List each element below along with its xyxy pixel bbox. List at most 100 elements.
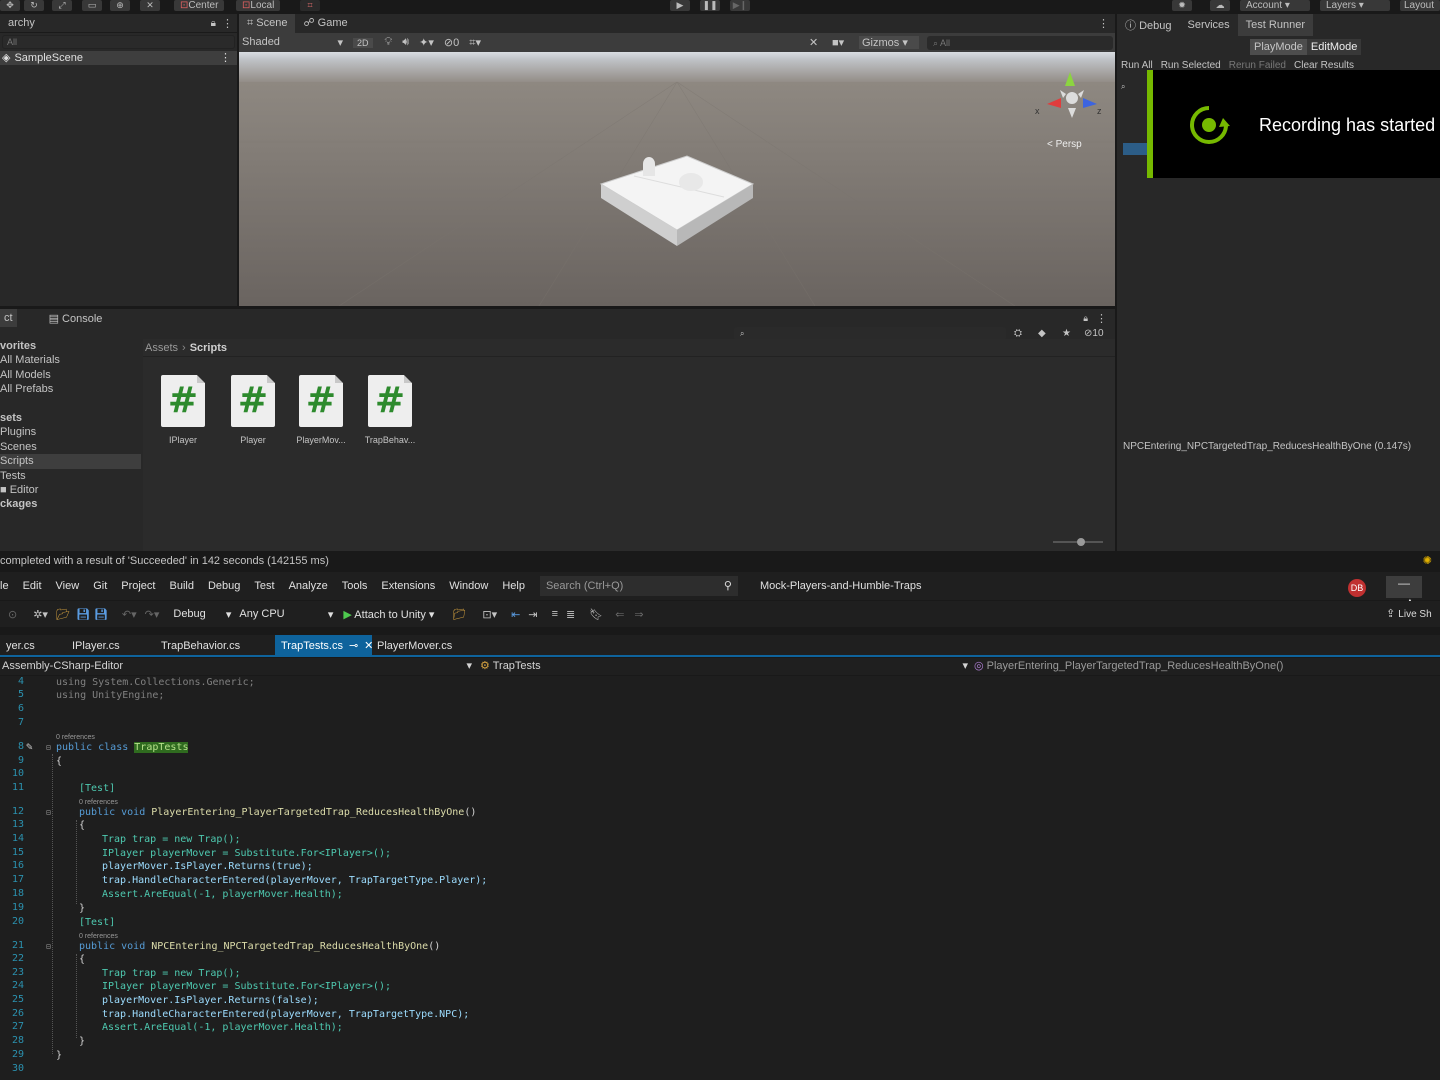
menu-test[interactable]: Test <box>247 580 281 592</box>
test-search-icon[interactable]: ⌕ <box>1121 82 1149 92</box>
filter-type-icon[interactable]: ⛭ <box>1014 328 1022 339</box>
gizmos-dropdown[interactable]: Gizmos ▾ <box>859 36 919 49</box>
tree-plugins[interactable]: Plugins <box>0 425 141 439</box>
settings-icon[interactable]: ✹ <box>1172 0 1192 11</box>
indent-icon[interactable]: ≡ <box>552 608 558 620</box>
tab-player-cs[interactable]: yer.cs <box>0 635 41 657</box>
attach-to-unity-button[interactable]: ▶ Attach to Unity ▾ <box>343 608 434 621</box>
pin-icon[interactable]: ⊸ <box>349 640 358 652</box>
bookmark-next-icon[interactable]: ⇒ <box>634 608 643 621</box>
menu-edit[interactable]: Edit <box>16 580 49 592</box>
tree-tests[interactable]: Tests <box>0 469 141 483</box>
tree-editor[interactable]: ■ Editor <box>0 483 141 497</box>
step-icon[interactable]: ⇤ <box>511 608 520 621</box>
tree-packages[interactable]: ckages <box>0 497 141 511</box>
more-icon[interactable]: ⋮ <box>222 17 233 30</box>
undo-icon[interactable]: ↶▾ <box>122 608 137 621</box>
class-dropdown[interactable]: ⚙ TrapTests ▾ <box>480 658 968 675</box>
configuration-dropdown[interactable]: Debug ▾ <box>171 608 231 621</box>
tab-iplayer-cs[interactable]: IPlayer.cs <box>66 635 126 657</box>
back-icon[interactable]: ⊙ <box>8 608 17 621</box>
tree-all-prefabs[interactable]: All Prefabs <box>0 382 141 396</box>
tab-playermover-cs[interactable]: PlayerMover.cs <box>371 635 458 657</box>
tab-trapbehavior-cs[interactable]: TrapBehavior.cs <box>155 635 246 657</box>
layout-dropdown[interactable]: Layout <box>1400 0 1440 11</box>
tree-favorites[interactable]: vorites <box>0 339 141 353</box>
account-dropdown[interactable]: Account ▾ <box>1240 0 1310 11</box>
menu-analyze[interactable]: Analyze <box>282 580 335 592</box>
tab-test-runner[interactable]: Test Runner <box>1237 14 1313 36</box>
rotate-tool-icon[interactable]: ↻ <box>24 0 44 11</box>
menu-debug[interactable]: Debug <box>201 580 247 592</box>
grid-icon[interactable]: ⌗▾ <box>469 36 481 50</box>
scene-menu-icon[interactable]: ⋮ <box>220 51 231 65</box>
tools-icon[interactable]: ✕ <box>809 36 818 49</box>
project-lock-icon[interactable]: 🔒︎ <box>1083 313 1088 324</box>
asset-player[interactable]: # Player <box>223 375 283 445</box>
tab-scene[interactable]: ⌗ Scene <box>239 14 296 33</box>
scale-tool-icon[interactable]: ⤢ <box>52 0 72 11</box>
code-editor[interactable]: 4 5 6 7 8 9 10 11 12 13 14 15 16 17 18 1… <box>0 676 1440 1080</box>
rerun-failed-button[interactable]: Rerun Failed <box>1229 60 1286 71</box>
custom-tool-icon[interactable]: ✕ <box>140 0 160 11</box>
menu-extensions[interactable]: Extensions <box>374 580 442 592</box>
asset-trapbehavior[interactable]: # TrapBehav... <box>360 375 420 445</box>
cloud-icon[interactable]: ☁ <box>1210 0 1230 11</box>
platform-dropdown[interactable]: Any CPU ▾ <box>237 608 333 621</box>
effects-icon[interactable]: ✦▾ <box>419 36 434 49</box>
pivot-center-button[interactable]: ⊡Center <box>174 0 225 11</box>
save-icon[interactable]: 💾︎ <box>76 608 90 621</box>
clear-results-button[interactable]: Clear Results <box>1294 60 1354 71</box>
menu-git[interactable]: Git <box>86 580 114 592</box>
run-all-button[interactable]: Run All <box>1121 60 1153 71</box>
tab-console[interactable]: ▤ Console <box>17 312 115 325</box>
pause-button[interactable]: ❚❚ <box>700 0 720 11</box>
hierarchy-tab[interactable]: archy <box>4 13 39 33</box>
outdent-icon[interactable]: ≣ <box>566 608 575 621</box>
tab-traptests-cs[interactable]: TrapTests.cs ⊸ ✕ <box>275 635 373 657</box>
view-tool-icon[interactable]: ✥ <box>0 0 20 11</box>
scene-search-input[interactable]: ⌕ All <box>927 35 1113 50</box>
hierarchy-search-input[interactable]: All <box>2 35 235 49</box>
hidden-packages-toggle[interactable]: ⊘10 <box>1084 328 1104 339</box>
pivot-local-button[interactable]: ⊡Local <box>236 0 281 11</box>
lighting-icon[interactable]: 💡︎ <box>385 36 393 49</box>
menu-build[interactable]: Build <box>163 580 201 592</box>
tab-project[interactable]: ct <box>0 309 17 327</box>
asset-iplayer[interactable]: # IPlayer <box>153 375 213 445</box>
edit-icon[interactable]: ✎ <box>26 740 33 753</box>
audio-icon[interactable]: 🔊︎ <box>402 36 409 49</box>
user-avatar[interactable]: DB <box>1348 579 1366 597</box>
tab-debug[interactable]: ⓘ Debug <box>1117 17 1179 33</box>
collapse-icon[interactable]: ⊟ <box>46 743 51 752</box>
tab-services[interactable]: Services <box>1179 19 1237 31</box>
camera-icon[interactable]: ■▾ <box>832 36 844 49</box>
tree-all-materials[interactable]: All Materials <box>0 353 141 367</box>
slider-thumb[interactable] <box>1077 538 1085 546</box>
bookmark-icon[interactable]: 🔖︎ <box>589 608 603 621</box>
format-icon[interactable]: ⇥ <box>528 608 537 621</box>
play-button[interactable]: ▶ <box>670 0 690 11</box>
new-project-icon[interactable]: ✲▾ <box>33 608 48 621</box>
live-share-button[interactable]: ⇪ Live Sh <box>1386 607 1432 620</box>
step-button[interactable]: ▶❙ <box>730 0 750 11</box>
scene-root-row[interactable]: ◈ SampleScene ⋮ <box>0 51 237 65</box>
scene-viewport[interactable]: x z < Persp <box>239 52 1115 306</box>
icon-size-slider[interactable] <box>1053 538 1103 546</box>
vs-search-input[interactable]: Search (Ctrl+Q) ⚲ <box>539 576 738 596</box>
menu-view[interactable]: View <box>49 580 87 592</box>
editmode-button[interactable]: EditMode <box>1306 39 1362 55</box>
project-dropdown[interactable]: Assembly-CSharp-Editor ▾ <box>2 658 472 675</box>
hidden-objects-icon[interactable]: ⊘0 <box>444 36 459 49</box>
browser-icon[interactable]: ⊡▾ <box>482 608 497 621</box>
filter-label-icon[interactable]: ◆ <box>1038 328 1046 339</box>
member-dropdown[interactable]: ◎ PlayerEntering_PlayerTargetedTrap_Redu… <box>974 658 1440 675</box>
breadcrumb-scripts[interactable]: Scripts <box>190 342 227 354</box>
grid-snap-icon[interactable]: ⌗ <box>300 0 320 11</box>
shading-dropdown[interactable]: Shaded ▾ <box>239 36 347 49</box>
run-selected-button[interactable]: Run Selected <box>1161 60 1221 71</box>
tree-assets[interactable]: sets <box>0 411 141 425</box>
folder-icon[interactable]: 📁︎ <box>452 608 466 621</box>
collapse-icon[interactable]: ⊟ <box>46 942 51 951</box>
selected-test-row[interactable] <box>1123 143 1147 155</box>
